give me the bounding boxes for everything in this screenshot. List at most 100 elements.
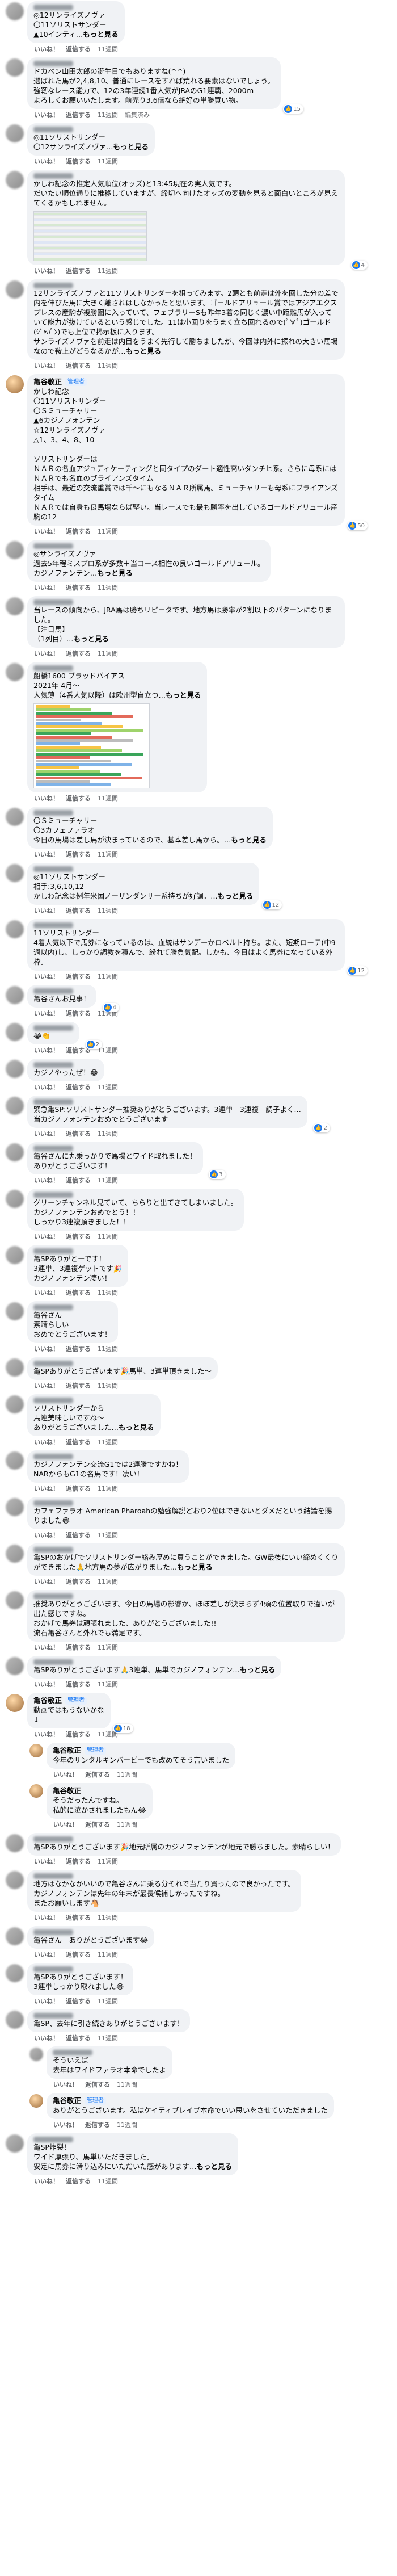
reply-button[interactable]: 返信する	[66, 1083, 91, 1092]
like-button[interactable]: いいね！	[34, 1484, 59, 1493]
timestamp[interactable]: 11週間	[98, 266, 118, 275]
reply-button[interactable]: 返信する	[66, 157, 91, 166]
timestamp[interactable]: 11週間	[98, 1176, 118, 1185]
timestamp[interactable]: 11週間	[98, 583, 118, 592]
like-button[interactable]: いいね！	[34, 157, 59, 166]
like-button[interactable]: いいね！	[34, 1176, 59, 1185]
see-more-link[interactable]: もっと見る	[231, 836, 267, 844]
see-more-link[interactable]: もっと見る	[113, 142, 149, 151]
reply-button[interactable]: 返信する	[66, 906, 91, 915]
avatar[interactable]	[6, 2011, 24, 2029]
comment-author[interactable]	[33, 1398, 154, 1403]
see-more-link[interactable]: もっと見る	[166, 691, 201, 699]
like-button[interactable]: いいね！	[34, 1857, 59, 1866]
timestamp[interactable]: 11週間	[98, 1232, 118, 1241]
timestamp[interactable]: 11週間	[98, 1381, 118, 1390]
avatar[interactable]	[6, 2134, 24, 2153]
avatar[interactable]	[6, 1871, 24, 1889]
comment-author[interactable]	[33, 1361, 212, 1366]
avatar[interactable]	[29, 2094, 43, 2108]
avatar[interactable]	[29, 1744, 43, 1757]
reaction-count[interactable]: 👍 15	[283, 104, 303, 114]
timestamp[interactable]: 11週間	[98, 794, 118, 803]
reply-button[interactable]: 返信する	[66, 1913, 91, 1922]
reply-button[interactable]: 返信する	[66, 2176, 91, 2185]
avatar[interactable]	[6, 541, 24, 559]
avatar[interactable]	[6, 1358, 24, 1377]
timestamp[interactable]: 11週間	[98, 1484, 118, 1493]
like-button[interactable]: いいね！	[34, 2033, 59, 2042]
avatar[interactable]	[6, 1834, 24, 1852]
reply-button[interactable]: 返信する	[66, 1176, 91, 1185]
see-more-link[interactable]: もっと見る	[177, 1563, 213, 1571]
like-button[interactable]: いいね！	[34, 1009, 59, 1018]
author-name[interactable]: 亀谷敬正	[53, 2096, 81, 2105]
see-more-link[interactable]: もっと見る	[73, 635, 109, 643]
reaction-count[interactable]: 👍 50	[347, 521, 368, 530]
avatar[interactable]	[29, 2048, 43, 2061]
timestamp[interactable]: 11週間	[117, 2080, 137, 2089]
comment-author[interactable]	[33, 1836, 335, 1842]
timestamp[interactable]: 11週間	[98, 157, 118, 166]
comment-author[interactable]	[33, 283, 339, 288]
timestamp[interactable]: 11週間	[98, 2176, 118, 2185]
timestamp[interactable]: 11週間	[98, 361, 118, 370]
comment-author[interactable]	[33, 5, 119, 10]
reply-button[interactable]: 返信する	[66, 1484, 91, 1493]
like-button[interactable]: いいね！	[34, 1083, 59, 1092]
avatar[interactable]	[6, 1498, 24, 1516]
avatar[interactable]	[6, 864, 24, 882]
timestamp[interactable]: 11週間	[98, 1437, 118, 1446]
reply-button[interactable]: 返信する	[66, 1680, 91, 1689]
comment-author[interactable]	[53, 2050, 166, 2055]
comment-author[interactable]: 亀谷敬正 管理者	[53, 2096, 328, 2105]
avatar[interactable]	[6, 1451, 24, 1470]
reply-button[interactable]: 返信する	[66, 266, 91, 275]
comment-author[interactable]	[33, 127, 149, 132]
like-button[interactable]: いいね！	[34, 1129, 59, 1138]
avatar[interactable]	[6, 1246, 24, 1264]
like-button[interactable]: いいね！	[34, 2176, 59, 2185]
reaction-count[interactable]: 👍 12	[347, 966, 368, 975]
author-name[interactable]: 亀谷敬正	[53, 1746, 81, 1755]
timestamp[interactable]: 11週間	[98, 110, 118, 119]
comment-author[interactable]: 亀谷敬正 管理者	[33, 1696, 104, 1705]
timestamp[interactable]: 11週間	[117, 1770, 137, 1779]
comment-author[interactable]	[33, 1966, 127, 1972]
timestamp[interactable]: 11週間	[98, 1996, 118, 2006]
avatar[interactable]	[6, 1190, 24, 1208]
comment-author[interactable]	[33, 2137, 232, 2142]
reply-button[interactable]: 返信する	[66, 850, 91, 859]
avatar[interactable]	[6, 1302, 24, 1320]
reaction-count[interactable]: 👍 4	[350, 261, 368, 270]
reply-button[interactable]: 返信する	[66, 1288, 91, 1297]
reply-button[interactable]: 返信する	[66, 972, 91, 981]
like-button[interactable]: いいね！	[34, 1381, 59, 1390]
comment-author[interactable]	[33, 1454, 183, 1459]
comment-author[interactable]: 亀谷敬正	[53, 1786, 146, 1795]
comment-author[interactable]	[33, 1099, 301, 1105]
timestamp[interactable]: 11週間	[98, 972, 118, 981]
like-button[interactable]: いいね！	[34, 527, 59, 536]
like-button[interactable]: いいね！	[34, 1996, 59, 2006]
reply-button[interactable]: 返信する	[85, 2080, 110, 2089]
reply-button[interactable]: 返信する	[85, 2120, 110, 2129]
timestamp[interactable]: 11週間	[98, 649, 118, 658]
comment-author[interactable]	[33, 61, 274, 66]
reaction-count[interactable]: 👍 3	[209, 1170, 226, 1179]
timestamp[interactable]: 11週間	[98, 1913, 118, 1922]
author-name[interactable]: 亀谷敬正	[53, 1786, 81, 1795]
like-button[interactable]: いいね！	[34, 649, 59, 658]
like-button[interactable]: いいね！	[34, 972, 59, 981]
reply-button[interactable]: 返信する	[66, 1437, 91, 1446]
reply-button[interactable]: 返信する	[66, 1577, 91, 1586]
avatar[interactable]	[6, 808, 24, 826]
comment-author[interactable]	[33, 1304, 112, 1310]
reply-button[interactable]: 返信する	[66, 527, 91, 536]
avatar[interactable]	[6, 986, 24, 1004]
comment-author[interactable]	[33, 866, 253, 872]
author-name[interactable]: 亀谷敬正	[33, 377, 62, 387]
author-name[interactable]: 亀谷敬正	[33, 1696, 62, 1705]
like-button[interactable]: いいね！	[34, 1730, 59, 1739]
comment-author[interactable]	[33, 2013, 184, 2019]
